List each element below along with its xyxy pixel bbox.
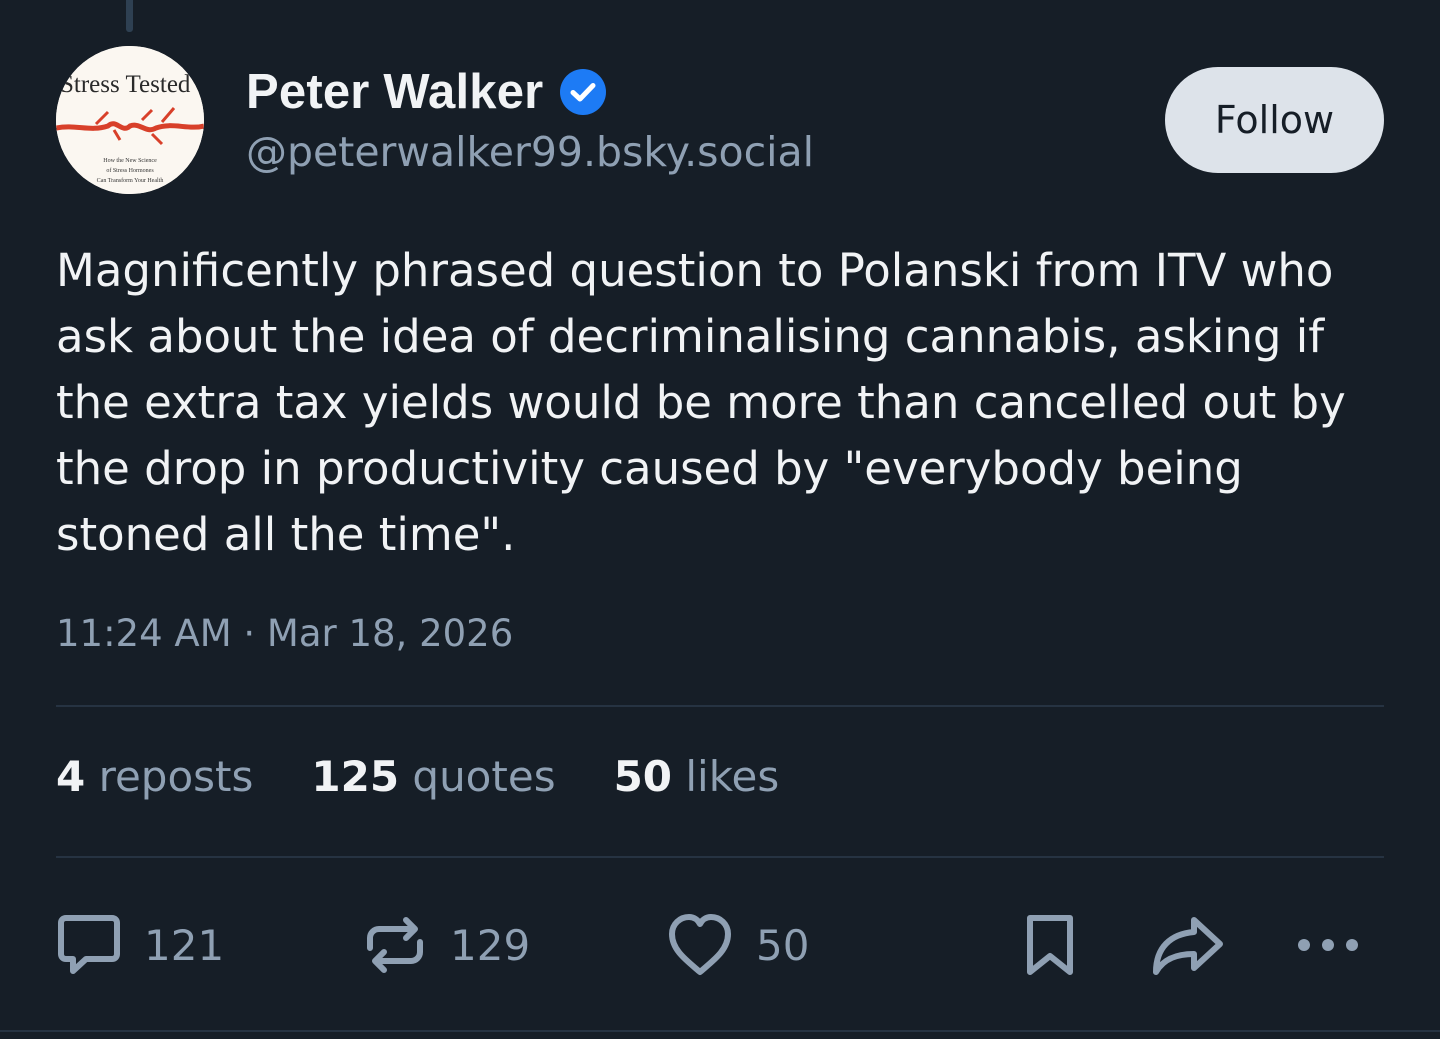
like-button[interactable]: 50 <box>666 905 809 985</box>
divider <box>56 705 1384 707</box>
reply-count: 121 <box>144 920 225 970</box>
post-text: Magnificently phrased question to Polans… <box>56 244 1346 561</box>
reposts-count: 4 <box>56 752 86 801</box>
thread-connector-line <box>126 0 133 32</box>
heart-icon <box>669 914 731 975</box>
display-name-row: Peter Walker <box>246 64 814 120</box>
avatar-subtitle-line-2: of Stress Hormones <box>106 167 154 174</box>
bookmark-button[interactable] <box>1018 905 1082 985</box>
avatar-subtitle-line-3: Can Transform Your Health <box>97 177 164 184</box>
author-display-name[interactable]: Peter Walker <box>246 64 543 120</box>
reply-button[interactable]: 121 <box>56 905 224 985</box>
follow-button[interactable]: Follow <box>1165 67 1384 173</box>
repost-count: 129 <box>450 920 531 970</box>
reposts-stat[interactable]: 4 reposts <box>56 752 253 801</box>
more-options-button[interactable] <box>1292 905 1364 985</box>
repost-button[interactable]: 129 <box>362 905 530 985</box>
likes-stat[interactable]: 50 likes <box>614 752 780 801</box>
chat-bubble-icon <box>58 915 120 974</box>
likes-label: likes <box>685 752 780 801</box>
avatar[interactable]: Stress Tested How the New Science of Str… <box>56 46 204 194</box>
post-timestamp: 11:24 AM · Mar 18, 2026 <box>56 612 514 655</box>
post-stats: 4 reposts 125 quotes 50 likes <box>56 752 779 801</box>
post-actions: 121 129 50 <box>56 905 1384 985</box>
like-count: 50 <box>756 920 810 970</box>
divider <box>0 1030 1440 1032</box>
share-arrow-icon <box>1153 917 1223 975</box>
verified-check-icon[interactable] <box>559 68 607 116</box>
bookmark-icon <box>1027 915 1073 975</box>
quotes-label: quotes <box>412 752 556 801</box>
author-handle[interactable]: @peterwalker99.bsky.social <box>246 128 814 176</box>
likes-count: 50 <box>613 752 673 801</box>
ellipsis-icon <box>1298 939 1358 951</box>
avatar-subtitle-line-1: How the New Science <box>103 158 157 164</box>
avatar-title-text: Stress Tested <box>60 71 191 98</box>
avatar-book-cover-image: Stress Tested How the New Science of Str… <box>56 46 204 194</box>
divider <box>56 856 1384 858</box>
share-button[interactable] <box>1150 905 1226 985</box>
author-names: Peter Walker @peterwalker99.bsky.social <box>246 64 814 176</box>
quotes-count: 125 <box>311 752 400 801</box>
reposts-label: reposts <box>98 752 254 801</box>
post-header: Stress Tested How the New Science of Str… <box>56 46 1384 196</box>
quotes-stat[interactable]: 125 quotes <box>311 752 555 801</box>
repost-icon <box>367 917 423 973</box>
